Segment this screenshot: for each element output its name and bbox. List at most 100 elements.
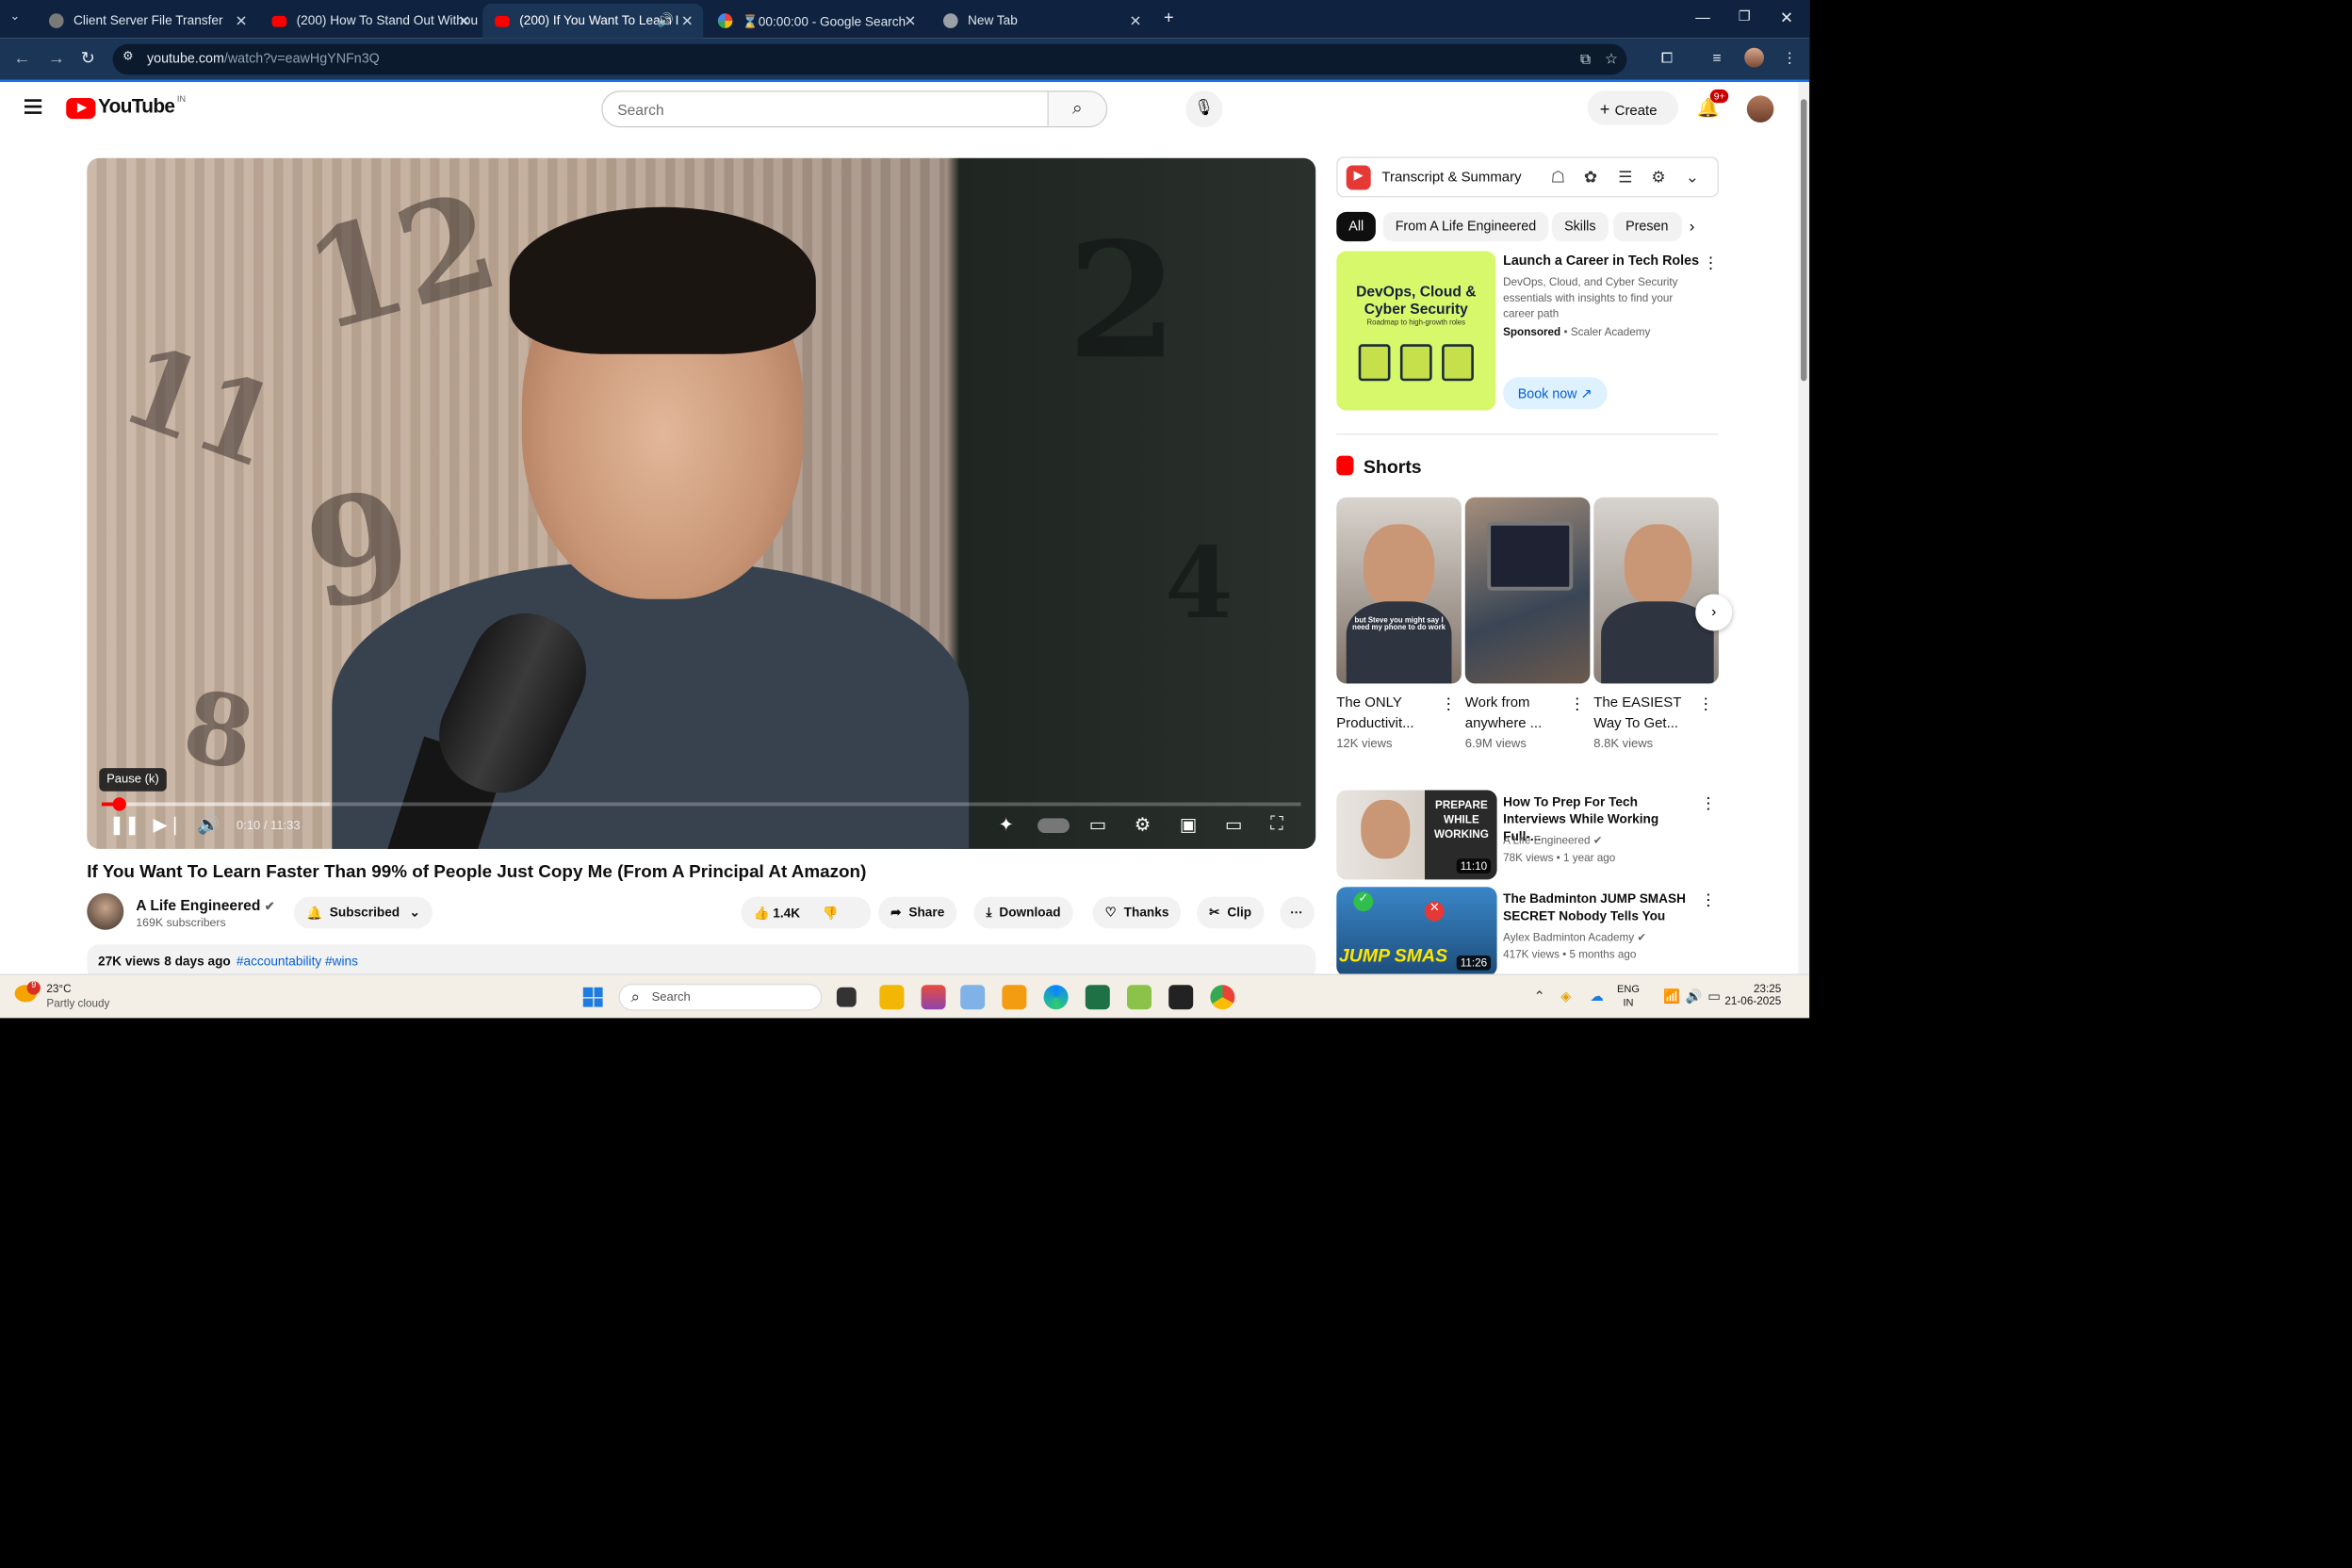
video-player[interactable]: 12 11 9 8 2 4 Pause (k) ❚❚ ▶❘ 🔊 0:10 / 1… [87, 157, 1316, 849]
tab-stand-out[interactable]: (200) How To Stand Out Withou ✕ [260, 4, 481, 38]
tab-learn-faster[interactable]: (200) If You Want To Learn I 🔊 ✕ [482, 3, 704, 39]
menu-icon[interactable]: ⋮ [1782, 49, 1797, 66]
ad-title[interactable]: Launch a Career in Tech Roles [1503, 253, 1699, 269]
channel-avatar[interactable] [87, 892, 124, 930]
more-vertical-icon[interactable]: ⋮ [1569, 694, 1585, 714]
tray-app-icon[interactable]: ◈ [1560, 988, 1571, 1004]
scrubber-handle[interactable] [112, 797, 126, 811]
related-video-channel[interactable]: A Life Engineered ✔ [1503, 834, 1602, 847]
onedrive-icon[interactable]: ☁ [1590, 988, 1603, 1004]
subtitles-icon[interactable]: ▭ [1089, 813, 1106, 835]
chevron-right-icon[interactable]: › [1690, 217, 1695, 236]
close-icon[interactable]: ✕ [236, 12, 248, 29]
miniplayer-icon[interactable]: ▣ [1180, 813, 1197, 835]
thanks-button[interactable]: ♡ Thanks [1092, 896, 1182, 929]
close-icon[interactable]: ✕ [458, 12, 470, 29]
channel-name[interactable]: A Life Engineered ✔ [136, 897, 274, 914]
close-icon[interactable]: ✕ [904, 12, 916, 29]
hamburger-menu-icon[interactable] [24, 99, 42, 118]
tab-client-server[interactable]: Client Server File Transfer ✕ [37, 4, 257, 38]
next-icon[interactable]: ▶❘ [154, 813, 183, 835]
app-icon[interactable] [1002, 985, 1027, 1010]
autoplay-toggle[interactable] [1037, 818, 1070, 833]
search-input[interactable]: Search [617, 102, 663, 119]
profile-avatar[interactable] [1744, 47, 1764, 68]
video-thumbnail[interactable]: ✓ ✕ JUMP SMAS 11:26 [1336, 887, 1497, 974]
settings-gear-icon[interactable]: ⚙ [1135, 813, 1151, 835]
hashtags[interactable]: #accountability #wins [237, 955, 358, 970]
close-icon[interactable]: ✕ [1130, 12, 1142, 29]
battery-icon[interactable]: ▭ [1707, 988, 1721, 1004]
edge-icon[interactable] [1043, 985, 1069, 1010]
window-close-icon[interactable]: ✕ [1780, 8, 1793, 28]
forward-icon[interactable]: → [48, 48, 65, 68]
voice-search-button[interactable]: 🎙 [1185, 90, 1223, 128]
fullscreen-icon[interactable]: ⛶ [1270, 813, 1283, 834]
restore-icon[interactable]: ❐ [1739, 8, 1751, 24]
related-video-title[interactable]: The Badminton JUMP SMASH SECRET Nobody T… [1503, 890, 1699, 924]
chip-all[interactable]: All [1336, 211, 1377, 242]
more-vertical-icon[interactable]: ⋮ [1698, 694, 1714, 714]
shorts-next-button[interactable]: › [1695, 594, 1733, 631]
system-clock[interactable]: 23:25 21-06-2025 [1724, 983, 1781, 1007]
download-button[interactable]: ⤓ Download [973, 896, 1073, 929]
more-vertical-icon[interactable]: ⋮ [1700, 793, 1716, 813]
short-title[interactable]: The ONLY Productivit... [1336, 694, 1434, 735]
theater-mode-icon[interactable]: ▭ [1225, 813, 1242, 835]
reload-icon[interactable]: ↻ [81, 48, 95, 69]
media-control-icon[interactable]: ≡ [1712, 49, 1721, 66]
subscribed-button[interactable]: 🔔 Subscribed ⌄ [294, 896, 433, 929]
progress-bar[interactable] [101, 797, 1301, 811]
file-explorer-icon[interactable] [879, 985, 905, 1010]
chip-presentation[interactable]: Presen [1613, 211, 1682, 242]
more-vertical-icon[interactable]: ⋮ [1700, 890, 1716, 910]
speaker-icon[interactable]: 🔊 [657, 12, 674, 28]
more-vertical-icon[interactable]: ⋮ [1703, 253, 1719, 273]
chrome-icon[interactable] [1210, 985, 1235, 1010]
short-thumbnail[interactable]: but Steve you might say I need my phone … [1336, 497, 1462, 684]
bookmark-star-icon[interactable]: ☆ [1605, 50, 1618, 67]
create-button[interactable]: + Create [1587, 90, 1678, 125]
wifi-icon[interactable]: 📶 [1663, 988, 1680, 1004]
account-avatar[interactable] [1746, 95, 1774, 122]
task-view-icon[interactable] [836, 987, 857, 1007]
tab-search-icon[interactable]: ⌄ [9, 9, 20, 23]
pause-icon[interactable]: ❚❚ [109, 813, 140, 835]
dislike-button[interactable]: 👎 [823, 905, 839, 921]
m365-icon[interactable] [921, 985, 946, 1010]
taskbar-search[interactable]: Search [618, 983, 823, 1011]
new-tab-button[interactable]: + [1164, 8, 1174, 27]
scrollbar-thumb[interactable] [1800, 99, 1807, 382]
share-button[interactable]: ➦ Share [878, 896, 957, 929]
openai-icon[interactable]: ✿ [1584, 168, 1597, 188]
window-app-icon[interactable] [960, 985, 986, 1010]
transcript-extension-bar[interactable]: ▶ Transcript & Summary ☖ ✿ ☰ ⚙ ⌄ [1336, 156, 1719, 198]
notifications-button[interactable]: 🔔 9+ [1696, 89, 1729, 119]
youtube-logo[interactable]: YouTube IN [66, 95, 186, 119]
related-video-channel[interactable]: Aylex Badminton Academy ✔ [1503, 931, 1646, 944]
chevron-down-icon[interactable]: ⌄ [1686, 168, 1699, 188]
tab-new-tab[interactable]: New Tab ✕ [931, 4, 1152, 38]
minimize-icon[interactable]: — [1695, 8, 1710, 25]
terminal-icon[interactable] [1168, 985, 1194, 1010]
ai-sparkle-icon[interactable]: ✦ [999, 813, 1014, 835]
volume-icon[interactable]: 🔊 [197, 813, 220, 835]
transcript-icon[interactable]: ☰ [1618, 168, 1632, 188]
back-icon[interactable]: ← [13, 48, 30, 68]
page-scrollbar[interactable] [1798, 82, 1810, 974]
extensions-icon[interactable]: ⧠ [1661, 49, 1673, 68]
clip-button[interactable]: ✂ Clip [1197, 896, 1265, 929]
video-thumbnail[interactable]: PREPARE WHILE WORKING 11:10 [1336, 790, 1497, 880]
like-button[interactable]: 👍 1.4K [754, 905, 801, 921]
paint-icon[interactable] [1127, 985, 1152, 1010]
volume-icon[interactable]: 🔊 [1686, 988, 1703, 1004]
search-button[interactable]: ⌕ [1047, 91, 1106, 126]
chip-skills[interactable]: Skills [1552, 211, 1609, 242]
close-icon[interactable]: ✕ [681, 12, 694, 29]
robot-icon[interactable]: ☖ [1551, 168, 1565, 188]
excel-icon[interactable] [1085, 985, 1110, 1010]
address-bar[interactable]: ⚙ youtube.com/watch?v=eawHgYNFn3Q ⧉ ☆ [112, 43, 1627, 75]
ad-thumbnail[interactable]: DevOps, Cloud & Cyber Security Roadmap t… [1336, 251, 1496, 411]
site-info-icon[interactable]: ⚙ [122, 50, 134, 63]
chevron-up-icon[interactable]: ⌃ [1534, 988, 1545, 1004]
